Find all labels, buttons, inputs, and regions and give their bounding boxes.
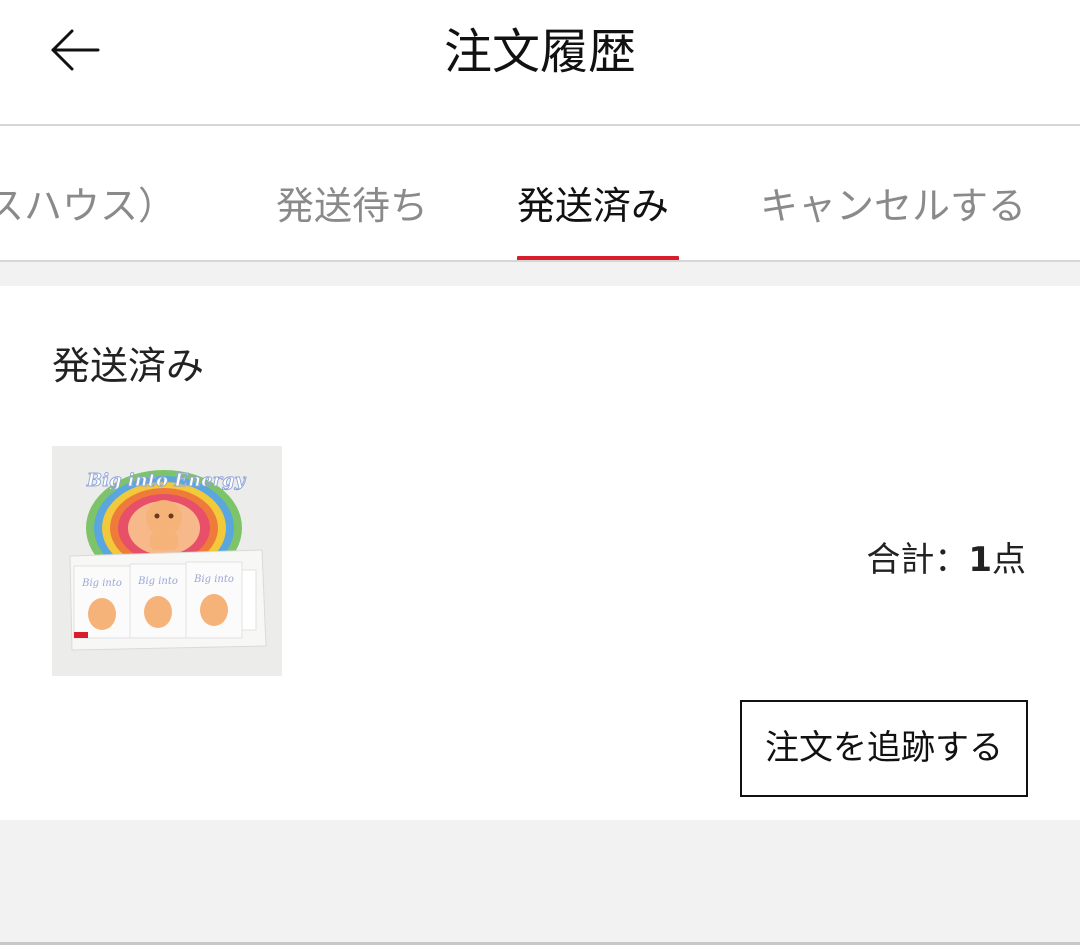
page-title: 注文履歴	[443, 24, 636, 80]
status-tabs: スハウス） 発送待ち 発送済み キャンセルする	[0, 126, 1080, 261]
product-image[interactable]: Big into Energy Big into Big into Big in…	[52, 446, 282, 676]
order-total: 合計：1点	[866, 538, 1026, 582]
svg-text:Big into: Big into	[193, 574, 234, 585]
order-card[interactable]: 発送済み Big into Energy Big into Big into B…	[0, 286, 1080, 820]
product-box-illustration: Big into Energy Big into Big into Big in…	[52, 446, 282, 676]
svg-text:Big into: Big into	[137, 576, 178, 587]
empty-area	[0, 820, 1080, 945]
order-history-screen: 注文履歴 スハウス） 発送待ち 発送済み キャンセルする 発送済み Big in…	[0, 0, 1080, 945]
product-image-title: Big into Energy	[86, 470, 247, 491]
track-order-button[interactable]: 注文を追跡する	[740, 700, 1028, 797]
tab-cancel[interactable]: キャンセルする	[760, 178, 1026, 234]
tab-shipped[interactable]: 発送済み	[517, 178, 669, 234]
svg-text:Big into: Big into	[81, 578, 122, 589]
total-unit: 点	[992, 540, 1026, 580]
tab-awaiting-shipment[interactable]: 発送待ち	[276, 178, 428, 234]
section-separator	[0, 262, 1080, 286]
total-count: 1	[968, 540, 992, 580]
header-bar: 注文履歴	[0, 0, 1080, 126]
total-prefix: 合計：	[866, 540, 969, 580]
order-status-label: 発送済み	[52, 344, 205, 388]
tab-partial[interactable]: スハウス）	[0, 178, 176, 234]
